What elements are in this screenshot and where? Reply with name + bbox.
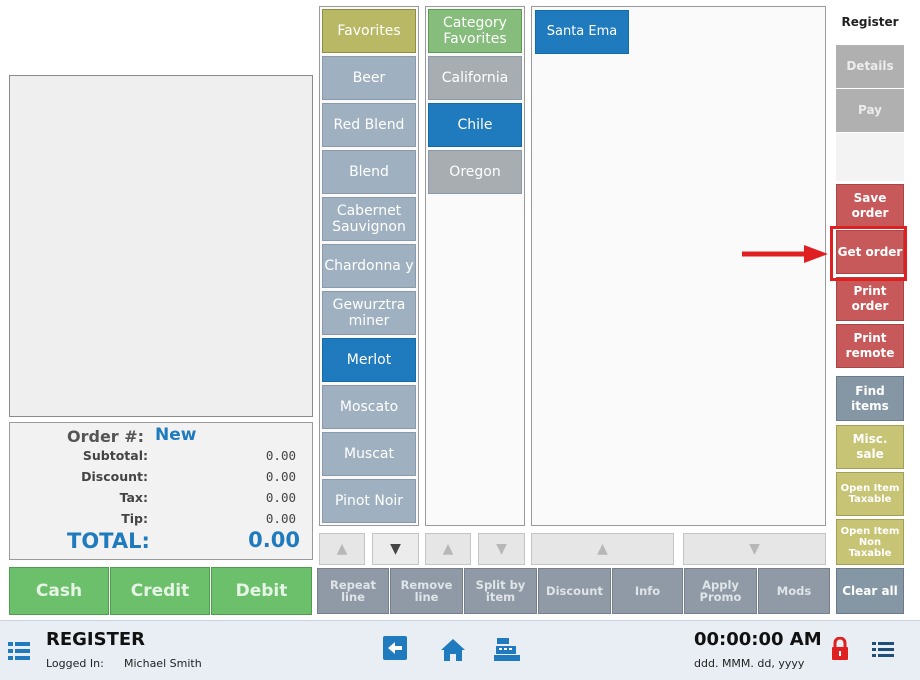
discount-button[interactable]: Discount (538, 568, 611, 614)
split-by-item-button[interactable]: Split by item (464, 568, 537, 614)
triangle-down-icon: ▼ (390, 541, 401, 557)
open-item-taxable-button[interactable]: Open Item Taxable (836, 472, 904, 516)
order-line-list[interactable] (9, 75, 313, 417)
mods-button[interactable]: Mods (758, 568, 830, 614)
misc-sale-button[interactable]: Misc. sale (836, 425, 904, 469)
triangle-up-icon: ▲ (597, 541, 608, 557)
discount-label: Discount: (81, 469, 148, 484)
print-remote-button[interactable]: Print remote (836, 324, 904, 368)
repeat-line-button[interactable]: Repeat line (317, 568, 389, 614)
category-cabernet-sauvignon[interactable]: Cabernet Sauvignon (322, 197, 416, 241)
subcategory-oregon[interactable]: Oregon (428, 150, 522, 194)
category-merlot[interactable]: Merlot (322, 338, 416, 382)
info-button[interactable]: Info (612, 568, 683, 614)
clock-time: 00:00:00 AM (694, 629, 822, 650)
triangle-down-icon: ▼ (749, 541, 760, 557)
tip-label: Tip: (121, 511, 148, 526)
debit-button[interactable]: Debit (211, 567, 312, 615)
clear-all-button[interactable]: Clear all (836, 568, 904, 614)
lock-icon[interactable] (831, 637, 849, 661)
tax-value: 0.00 (265, 490, 296, 505)
list-menu-icon[interactable] (872, 641, 894, 659)
total-value: 0.00 (248, 528, 300, 552)
category-red-blend[interactable]: Red Blend (322, 103, 416, 147)
triangle-up-icon: ▲ (336, 541, 348, 557)
category-muscat[interactable]: Muscat (322, 432, 416, 476)
subcategory-chile[interactable]: Chile (428, 103, 522, 147)
items-scroll-up-button[interactable]: ▲ (531, 533, 674, 565)
open-item-non-taxable-button[interactable]: Open Item Non Taxable (836, 519, 904, 565)
category-pinot-noir[interactable]: Pinot Noir (322, 479, 416, 523)
home-icon[interactable] (440, 638, 466, 662)
credit-button[interactable]: Credit (110, 567, 210, 615)
tab-details[interactable]: Details (836, 45, 904, 88)
print-order-button[interactable]: Print order (836, 277, 904, 321)
order-totals-panel: Order #: New Subtotal: 0.00 Discount: 0.… (9, 422, 313, 560)
order-number-value: New (155, 425, 197, 445)
menu-grid-icon[interactable] (8, 641, 30, 661)
back-arrow-icon[interactable] (383, 636, 407, 660)
apply-promo-button[interactable]: Apply Promo (684, 568, 757, 614)
save-order-button[interactable]: Save order (836, 184, 904, 228)
tab-pay[interactable]: Pay (836, 89, 904, 132)
logged-in-label: Logged In: (46, 657, 104, 670)
category-scroll-down-button[interactable]: ▼ (372, 533, 419, 565)
category-chardonnay[interactable]: Chardonna y (322, 244, 416, 288)
category-beer[interactable]: Beer (322, 56, 416, 100)
tab-register[interactable]: Register (836, 0, 904, 44)
clock-date: ddd. MMM. dd, yyyy (694, 657, 805, 670)
tip-value: 0.00 (265, 511, 296, 526)
order-number-label: Order #: (67, 427, 145, 446)
tax-label: Tax: (119, 490, 148, 505)
category-blend[interactable]: Blend (322, 150, 416, 194)
item-santa-ema[interactable]: Santa Ema (535, 10, 629, 54)
cash-button[interactable]: Cash (9, 567, 109, 615)
subtotal-value: 0.00 (265, 448, 296, 463)
category-gewurztraminer[interactable]: Gewurztra miner (322, 291, 416, 335)
footer-bar: REGISTER Logged In: Michael Smith 00:00:… (0, 620, 920, 680)
subcategory-scroll-down-button[interactable]: ▼ (478, 533, 525, 565)
discount-value: 0.00 (265, 469, 296, 484)
annotation-arrow-icon (742, 245, 828, 263)
annotation-highlight-box (830, 226, 907, 281)
triangle-down-icon: ▼ (496, 541, 507, 557)
items-panel (531, 6, 826, 526)
subcategory-scroll-up-button[interactable]: ▲ (425, 533, 471, 565)
rail-spacer (836, 133, 904, 181)
logged-in-user: Michael Smith (124, 657, 202, 670)
cash-register-icon[interactable] (494, 636, 520, 662)
category-scroll-up-button[interactable]: ▲ (319, 533, 365, 565)
footer-title: REGISTER (46, 629, 146, 650)
subcategory-california[interactable]: California (428, 56, 522, 100)
category-favorites[interactable]: Favorites (322, 9, 416, 53)
category-moscato[interactable]: Moscato (322, 385, 416, 429)
subtotal-label: Subtotal: (82, 448, 148, 463)
items-scroll-down-button[interactable]: ▼ (683, 533, 826, 565)
total-label: TOTAL: (67, 529, 150, 553)
subcategory-category-favorites[interactable]: Category Favorites (428, 9, 522, 53)
triangle-up-icon: ▲ (442, 541, 454, 557)
remove-line-button[interactable]: Remove line (390, 568, 463, 614)
find-items-button[interactable]: Find items (836, 376, 904, 421)
